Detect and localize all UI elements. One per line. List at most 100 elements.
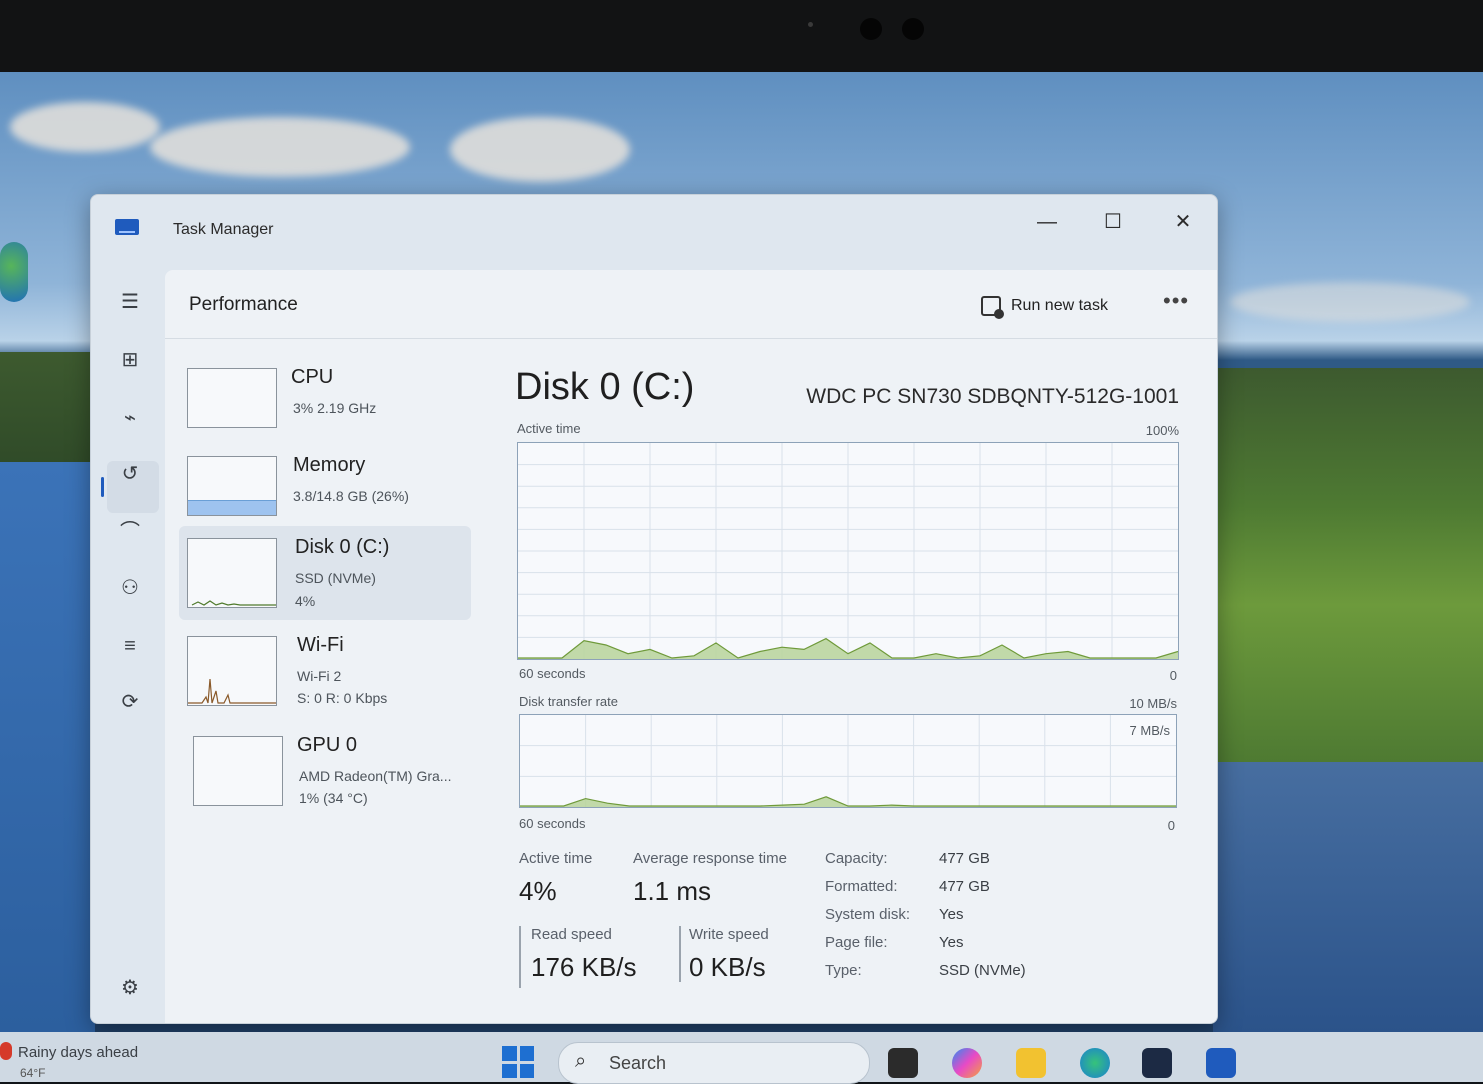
device-name: GPU 0 <box>297 734 358 756</box>
device-detail: 3% 2.19 GHz <box>293 400 377 416</box>
cpu-thumbnail <box>187 368 277 428</box>
taskbar: Rainy days ahead 64°F ⌕ Search <box>0 1032 1483 1084</box>
page-title: Performance <box>189 294 298 315</box>
store-icon[interactable] <box>1142 1048 1172 1078</box>
device-detail: Wi-Fi 2 <box>297 668 342 684</box>
app-history-icon[interactable]: ↺ <box>117 461 143 487</box>
gpu-thumbnail <box>193 736 283 806</box>
chart2-zero-label: 0 <box>1167 818 1175 833</box>
taskbar-search[interactable]: ⌕ Search <box>558 1042 870 1084</box>
device-usage: 4% <box>295 593 316 609</box>
chart1-max-label: 100% <box>1145 423 1179 438</box>
avg-response-value: 1.1 ms <box>633 876 712 906</box>
transfer-rate-chart: 7 MB/s <box>519 714 1177 808</box>
services-icon[interactable]: ⟳ <box>117 689 143 715</box>
disk-title: Disk 0 (C:) <box>515 366 695 408</box>
active-time-graph <box>518 443 1179 659</box>
weather-temperature: 64°F <box>20 1066 46 1080</box>
task-view-icon[interactable] <box>888 1048 918 1078</box>
system-disk-value: Yes <box>939 906 964 923</box>
task-manager-taskbar-icon[interactable] <box>1206 1048 1236 1078</box>
start-button[interactable] <box>502 1046 534 1078</box>
device-item-gpu[interactable]: GPU 0 AMD Radeon(TM) Gra... 1% (34 °C) <box>179 726 471 816</box>
type-key: Type: <box>825 962 862 979</box>
formatted-key: Formatted: <box>825 878 898 895</box>
title-bar[interactable]: Task Manager — ☐ ✕ <box>91 195 1217 265</box>
device-detail: SSD (NVMe) <box>295 570 376 586</box>
landscape <box>0 352 95 472</box>
capacity-key: Capacity: <box>825 850 888 867</box>
device-detail: 3.8/14.8 GB (26%) <box>293 488 409 504</box>
chart2-label: Disk transfer rate <box>519 694 618 709</box>
settings-icon[interactable]: ⚙ <box>117 975 143 1001</box>
write-speed-value: 0 KB/s <box>689 952 766 982</box>
maximize-button[interactable]: ☐ <box>1093 207 1133 237</box>
cloud <box>150 117 410 177</box>
device-item-cpu[interactable]: CPU 3% 2.19 GHz <box>179 356 471 446</box>
active-time-label: Active time <box>519 850 593 867</box>
sidebar: ☰ ⊞ ⌁ ↺ ⌒ ⚇ ≡ ⟳ ⚙ <box>91 265 165 1023</box>
processes-icon[interactable]: ⊞ <box>117 347 143 373</box>
chart2-max-label: 10 MB/s <box>1129 696 1177 711</box>
chart1-time-label: 60 seconds <box>519 666 586 681</box>
device-name: CPU <box>291 366 334 388</box>
cloud <box>450 117 630 182</box>
screen-bezel <box>0 0 1483 72</box>
formatted-value: 477 GB <box>939 878 990 895</box>
device-name: Memory <box>293 454 366 476</box>
device-name: Wi-Fi <box>297 634 344 656</box>
window-title: Task Manager <box>173 221 274 238</box>
edge-icon[interactable] <box>1080 1048 1110 1078</box>
startup-icon[interactable]: ⌒ <box>117 519 143 545</box>
type-value: SSD (NVMe) <box>939 962 1026 979</box>
copilot-icon[interactable] <box>952 1048 982 1078</box>
cloud <box>1230 282 1470 322</box>
device-item-wifi[interactable]: Wi-Fi Wi-Fi 2 S: 0 R: 0 Kbps <box>179 628 471 718</box>
search-placeholder: Search <box>609 1053 667 1073</box>
memory-usage-fill <box>188 500 276 515</box>
device-name: Disk 0 (C:) <box>295 536 390 558</box>
file-explorer-icon[interactable] <box>1016 1048 1046 1078</box>
wifi-sparkline <box>188 678 276 704</box>
active-time-chart <box>517 442 1179 660</box>
device-throughput: S: 0 R: 0 Kbps <box>297 690 388 706</box>
disk-sparkline <box>191 600 276 606</box>
page-file-value: Yes <box>939 934 964 951</box>
chart1-label: Active time <box>517 421 581 436</box>
search-icon: ⌕ <box>575 1050 587 1072</box>
content-area: Performance Run new task ••• CPU 3% 2.19… <box>165 270 1217 1023</box>
task-manager-icon <box>115 219 139 235</box>
users-icon[interactable]: ⚇ <box>117 575 143 601</box>
close-button[interactable]: ✕ <box>1163 207 1203 237</box>
sensor-dot <box>808 22 813 27</box>
weather-widget[interactable]: Rainy days ahead <box>18 1044 138 1061</box>
desktop-shortcut-icon[interactable] <box>0 242 28 302</box>
landscape <box>1213 368 1483 763</box>
transfer-rate-graph <box>520 715 1176 807</box>
read-speed-label: Read speed <box>531 926 612 943</box>
read-speed-value: 176 KB/s <box>531 952 637 982</box>
system-disk-key: System disk: <box>825 906 911 923</box>
minimize-button[interactable]: — <box>1027 207 1067 237</box>
chart1-zero-label: 0 <box>1169 668 1177 683</box>
device-item-disk[interactable]: Disk 0 (C:) SSD (NVMe) 4% <box>179 526 471 620</box>
device-item-memory[interactable]: Memory 3.8/14.8 GB (26%) <box>179 444 471 534</box>
lake <box>1213 762 1483 1032</box>
avg-response-label: Average response time <box>633 850 787 867</box>
menu-icon[interactable]: ☰ <box>117 289 143 315</box>
weather-icon <box>0 1042 12 1060</box>
performance-icon[interactable]: ⌁ <box>117 405 143 431</box>
disk-detail-panel: Disk 0 (C:) WDC PC SN730 SDBQNTY-512G-10… <box>501 270 1201 1023</box>
device-detail: AMD Radeon(TM) Gra... <box>299 768 452 784</box>
device-usage: 1% (34 °C) <box>299 790 368 806</box>
details-icon[interactable]: ≡ <box>117 633 143 659</box>
camera-icon <box>860 18 882 40</box>
camera-icon <box>902 18 924 40</box>
capacity-value: 477 GB <box>939 850 990 867</box>
nav-active-indicator <box>101 477 104 497</box>
cloud <box>10 102 160 152</box>
wifi-thumbnail <box>187 636 277 706</box>
memory-thumbnail <box>187 456 277 516</box>
write-speed-label: Write speed <box>689 926 769 943</box>
disk-thumbnail <box>187 538 277 608</box>
